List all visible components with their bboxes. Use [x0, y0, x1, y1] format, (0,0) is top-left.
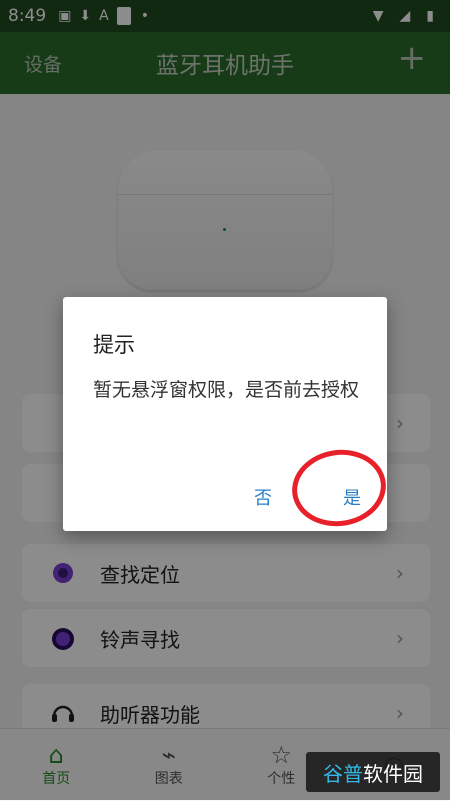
watermark-logo: 谷普 软件园: [306, 752, 440, 792]
dialog-message: 暂无悬浮窗权限，是否前去授权: [93, 375, 373, 406]
dialog-title: 提示: [93, 329, 135, 359]
no-button[interactable]: 否: [246, 480, 280, 514]
